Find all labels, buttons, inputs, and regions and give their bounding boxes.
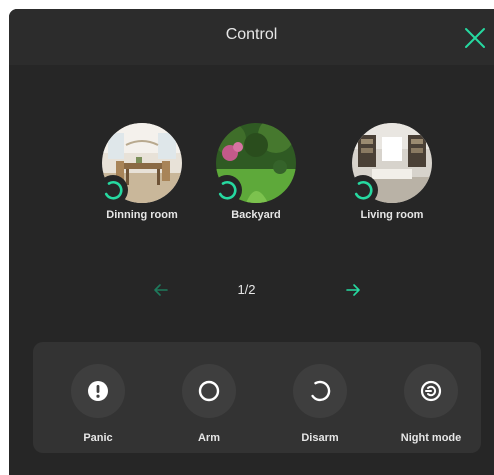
arrow-right-icon (346, 284, 360, 296)
camera-pager: 1/2 (9, 280, 494, 304)
arm-label: Arm (197, 432, 220, 444)
disarm-label: Disarm (301, 432, 339, 444)
panic-label: Panic (83, 432, 113, 444)
disarm-status-icon (354, 180, 373, 200)
dialog-header: Control (9, 9, 494, 65)
camera-status-badge (212, 175, 242, 205)
night-mode-label: Night mode (400, 432, 462, 444)
camera-status-badge (98, 175, 128, 205)
disarm-status-icon (104, 180, 123, 200)
panic-icon (88, 381, 108, 401)
disarm-icon (311, 380, 331, 402)
arm-button-circle[interactable] (182, 364, 236, 418)
camera-label: Backyard (231, 209, 281, 221)
arm-icon (198, 380, 220, 402)
control-dialog: Control Dinning room Backyard Living roo… (9, 9, 494, 475)
close-icon (465, 28, 485, 48)
panic-button-circle[interactable] (71, 364, 125, 418)
dialog-title: Control (225, 26, 278, 43)
camera-label: Living room (360, 209, 424, 221)
night-mode-icon (420, 380, 442, 402)
close-button[interactable] (463, 26, 487, 50)
disarm-status-icon (218, 180, 237, 200)
camera-label: Dinning room (106, 209, 178, 221)
next-page-button[interactable] (343, 280, 363, 300)
camera-status-badge (348, 175, 378, 205)
disarm-button-circle[interactable] (293, 364, 347, 418)
security-control-panel: Panic Arm Disarm Night mode (33, 342, 481, 453)
night-mode-button-circle[interactable] (404, 364, 458, 418)
page-indicator: 1/2 (237, 282, 256, 297)
